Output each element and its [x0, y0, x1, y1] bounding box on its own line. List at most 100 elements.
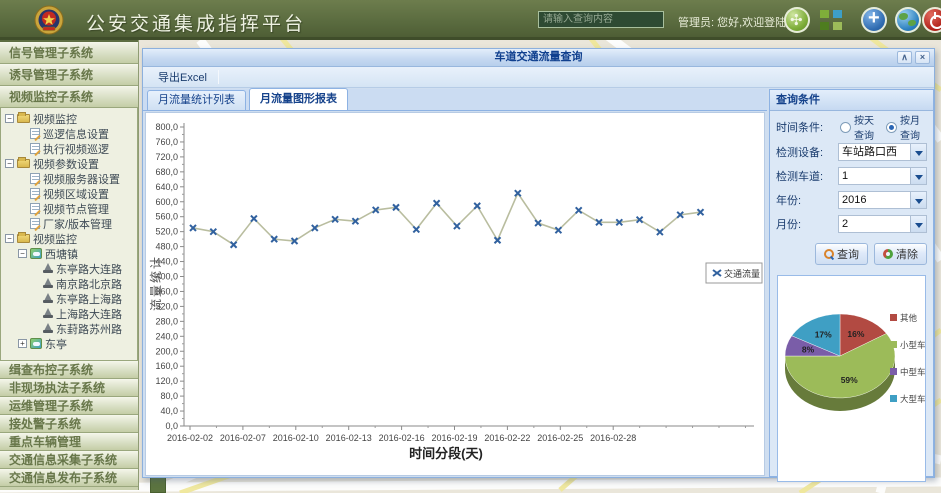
tree-node-label: 视频参数设置 — [33, 156, 99, 172]
svg-text:2016-02-13: 2016-02-13 — [326, 433, 372, 443]
year-select-trigger[interactable] — [910, 192, 926, 208]
eco-icon[interactable] — [784, 7, 810, 33]
svg-text:中型车: 中型车 — [900, 367, 926, 377]
year-value: 2016 — [839, 192, 910, 208]
tree-node-label: 东亭路上海路 — [56, 291, 122, 307]
tree-node[interactable]: 南京路北京路 — [1, 276, 137, 291]
svg-text:160,0: 160,0 — [155, 361, 178, 371]
svg-text:交通流量: 交通流量 — [724, 268, 760, 279]
svg-text:640,0: 640,0 — [155, 182, 178, 192]
window-collapse-button[interactable]: ∧ — [897, 51, 912, 64]
tree-node[interactable]: 东亭路上海路 — [1, 291, 137, 306]
radio-by-month[interactable] — [886, 122, 897, 133]
tree-node-label: 南京路北京路 — [56, 276, 122, 292]
svg-text:2016-02-02: 2016-02-02 — [167, 433, 213, 443]
camera-icon — [43, 323, 53, 334]
svg-text:80,0: 80,0 — [160, 391, 178, 401]
year-label: 年份: — [776, 192, 838, 208]
sidebar-item-0[interactable]: 信号管理子系统 — [0, 42, 138, 64]
document-edit-icon — [30, 218, 40, 229]
tab-monthly-flow-list[interactable]: 月流量统计列表 — [147, 90, 246, 110]
tree-node[interactable]: 上海路大连路 — [1, 306, 137, 321]
add-icon[interactable] — [861, 7, 887, 33]
sidebar-item-bottom-2[interactable]: 运维管理子系统 — [0, 397, 138, 415]
window-titlebar[interactable]: 车道交通流量查询 ∧ × — [143, 49, 934, 67]
tree-node[interactable]: −视频监控 — [1, 111, 137, 126]
expand-node-icon[interactable]: + — [18, 339, 27, 348]
query-button[interactable]: 查询 — [815, 243, 868, 265]
sidebar-item-bottom-1[interactable]: 非现场执法子系统 — [0, 379, 138, 397]
clear-button[interactable]: 清除 — [874, 243, 927, 265]
device-value: 车站路口西 — [839, 144, 910, 160]
svg-text:280,0: 280,0 — [155, 316, 178, 326]
tree-node[interactable]: 执行视频巡逻 — [1, 141, 137, 156]
tree-node[interactable]: 视频服务器设置 — [1, 171, 137, 186]
magnifier-icon — [824, 249, 834, 259]
window-toolbar: 导出Excel — [143, 67, 934, 88]
tree-node[interactable]: 巡逻信息设置 — [1, 126, 137, 141]
globe-icon[interactable] — [895, 7, 921, 33]
device-select-trigger[interactable] — [910, 144, 926, 160]
radio-by-day-label: 按天查询 — [854, 112, 881, 142]
device-row: 检测设备: 车站路口西 — [776, 143, 927, 161]
window-close-button[interactable]: × — [915, 51, 930, 64]
tree-node[interactable]: 视频节点管理 — [1, 201, 137, 216]
camera-icon — [43, 293, 53, 304]
collapse-node-icon[interactable]: − — [18, 249, 27, 258]
apps-grid-icon[interactable] — [820, 10, 842, 30]
sidebar-item-bottom-4[interactable]: 重点车辆管理 — [0, 433, 138, 451]
collapse-node-icon[interactable]: − — [5, 114, 14, 123]
sidebar-item-bottom-5[interactable]: 交通信息采集子系统 — [0, 451, 138, 469]
device-select[interactable]: 车站路口西 — [838, 143, 927, 161]
sidebar-item-1[interactable]: 诱导管理子系统 — [0, 64, 138, 86]
month-select-trigger[interactable] — [910, 216, 926, 232]
document-edit-icon — [30, 143, 40, 154]
tree-node-label: 东亭 — [45, 336, 67, 352]
collapse-node-icon[interactable]: − — [5, 234, 14, 243]
lane-select[interactable]: 1 — [838, 167, 927, 185]
sidebar-item-2[interactable]: 视频监控子系统 — [0, 86, 138, 108]
tree-node-label: 视频服务器设置 — [43, 171, 120, 187]
export-excel-button[interactable]: 导出Excel — [151, 66, 214, 88]
tree-node-label: 巡逻信息设置 — [43, 126, 109, 142]
tree-node[interactable]: 视频区域设置 — [1, 186, 137, 201]
svg-text:680,0: 680,0 — [155, 167, 178, 177]
month-value: 2 — [839, 216, 910, 232]
tree-node[interactable]: −西塘镇 — [1, 246, 137, 261]
svg-text:16%: 16% — [847, 329, 864, 339]
window-title: 车道交通流量查询 — [495, 51, 583, 63]
sidebar-item-bottom-3[interactable]: 接处警子系统 — [0, 415, 138, 433]
month-label: 月份: — [776, 216, 838, 232]
tree-node[interactable]: + 东亭 — [1, 336, 137, 351]
tree-node[interactable]: −视频监控 — [1, 231, 137, 246]
sidebar-item-bottom-6[interactable]: 交通信息发布子系统 — [0, 469, 138, 487]
traffic-flow-line-chart: 0,040,080,0120,0160,0200,0240,0280,0320,… — [146, 113, 764, 475]
sidebar-item-bottom-0[interactable]: 缉查布控子系统 — [0, 361, 138, 379]
lane-select-trigger[interactable] — [910, 168, 926, 184]
camera-icon — [43, 278, 53, 289]
year-select[interactable]: 2016 — [838, 191, 927, 209]
video-subsystem-tree: −视频监控巡逻信息设置执行视频巡逻−视频参数设置视频服务器设置视频区域设置视频节… — [0, 108, 138, 361]
vehicle-type-pie-chart: 16%59%8%17%其他小型车中型车大型车 — [778, 276, 926, 476]
app-header: 公安交通集成指挥平台 管理员: 您好,欢迎登陆使用 — [0, 0, 941, 40]
header-search-input[interactable] — [538, 11, 664, 28]
tree-node[interactable]: − 视频参数设置 — [1, 156, 137, 171]
chart-region: 月流量统计列表 月流量图形报表 0,040,080,0120,0160,0200… — [143, 89, 767, 477]
collapse-node-icon[interactable]: − — [5, 159, 14, 168]
tree-node[interactable]: 东亭路大连路 — [1, 261, 137, 276]
svg-text:800,0: 800,0 — [155, 122, 178, 132]
tree-node[interactable]: 厂家/版本管理 — [1, 216, 137, 231]
month-select[interactable]: 2 — [838, 215, 927, 233]
sidebar-bottom-accordion: 缉查布控子系统非现场执法子系统运维管理子系统接处警子系统重点车辆管理交通信息采集… — [0, 361, 138, 487]
tree-node[interactable]: 东葑路苏州路 — [1, 321, 137, 336]
svg-text:760,0: 760,0 — [155, 137, 178, 147]
power-icon[interactable] — [922, 7, 941, 33]
lane-row: 检测车道: 1 — [776, 167, 927, 185]
svg-text:0,0: 0,0 — [165, 421, 178, 431]
tab-monthly-flow-chart[interactable]: 月流量图形报表 — [249, 88, 348, 110]
radio-by-day[interactable] — [840, 122, 851, 133]
tree-node-label: 厂家/版本管理 — [43, 216, 112, 232]
line-chart-panel: 0,040,080,0120,0160,0200,0240,0280,0320,… — [145, 112, 765, 476]
svg-text:2016-02-28: 2016-02-28 — [590, 433, 636, 443]
sidebar: 信号管理子系统诱导管理子系统视频监控子系统 −视频监控巡逻信息设置执行视频巡逻−… — [0, 40, 139, 490]
